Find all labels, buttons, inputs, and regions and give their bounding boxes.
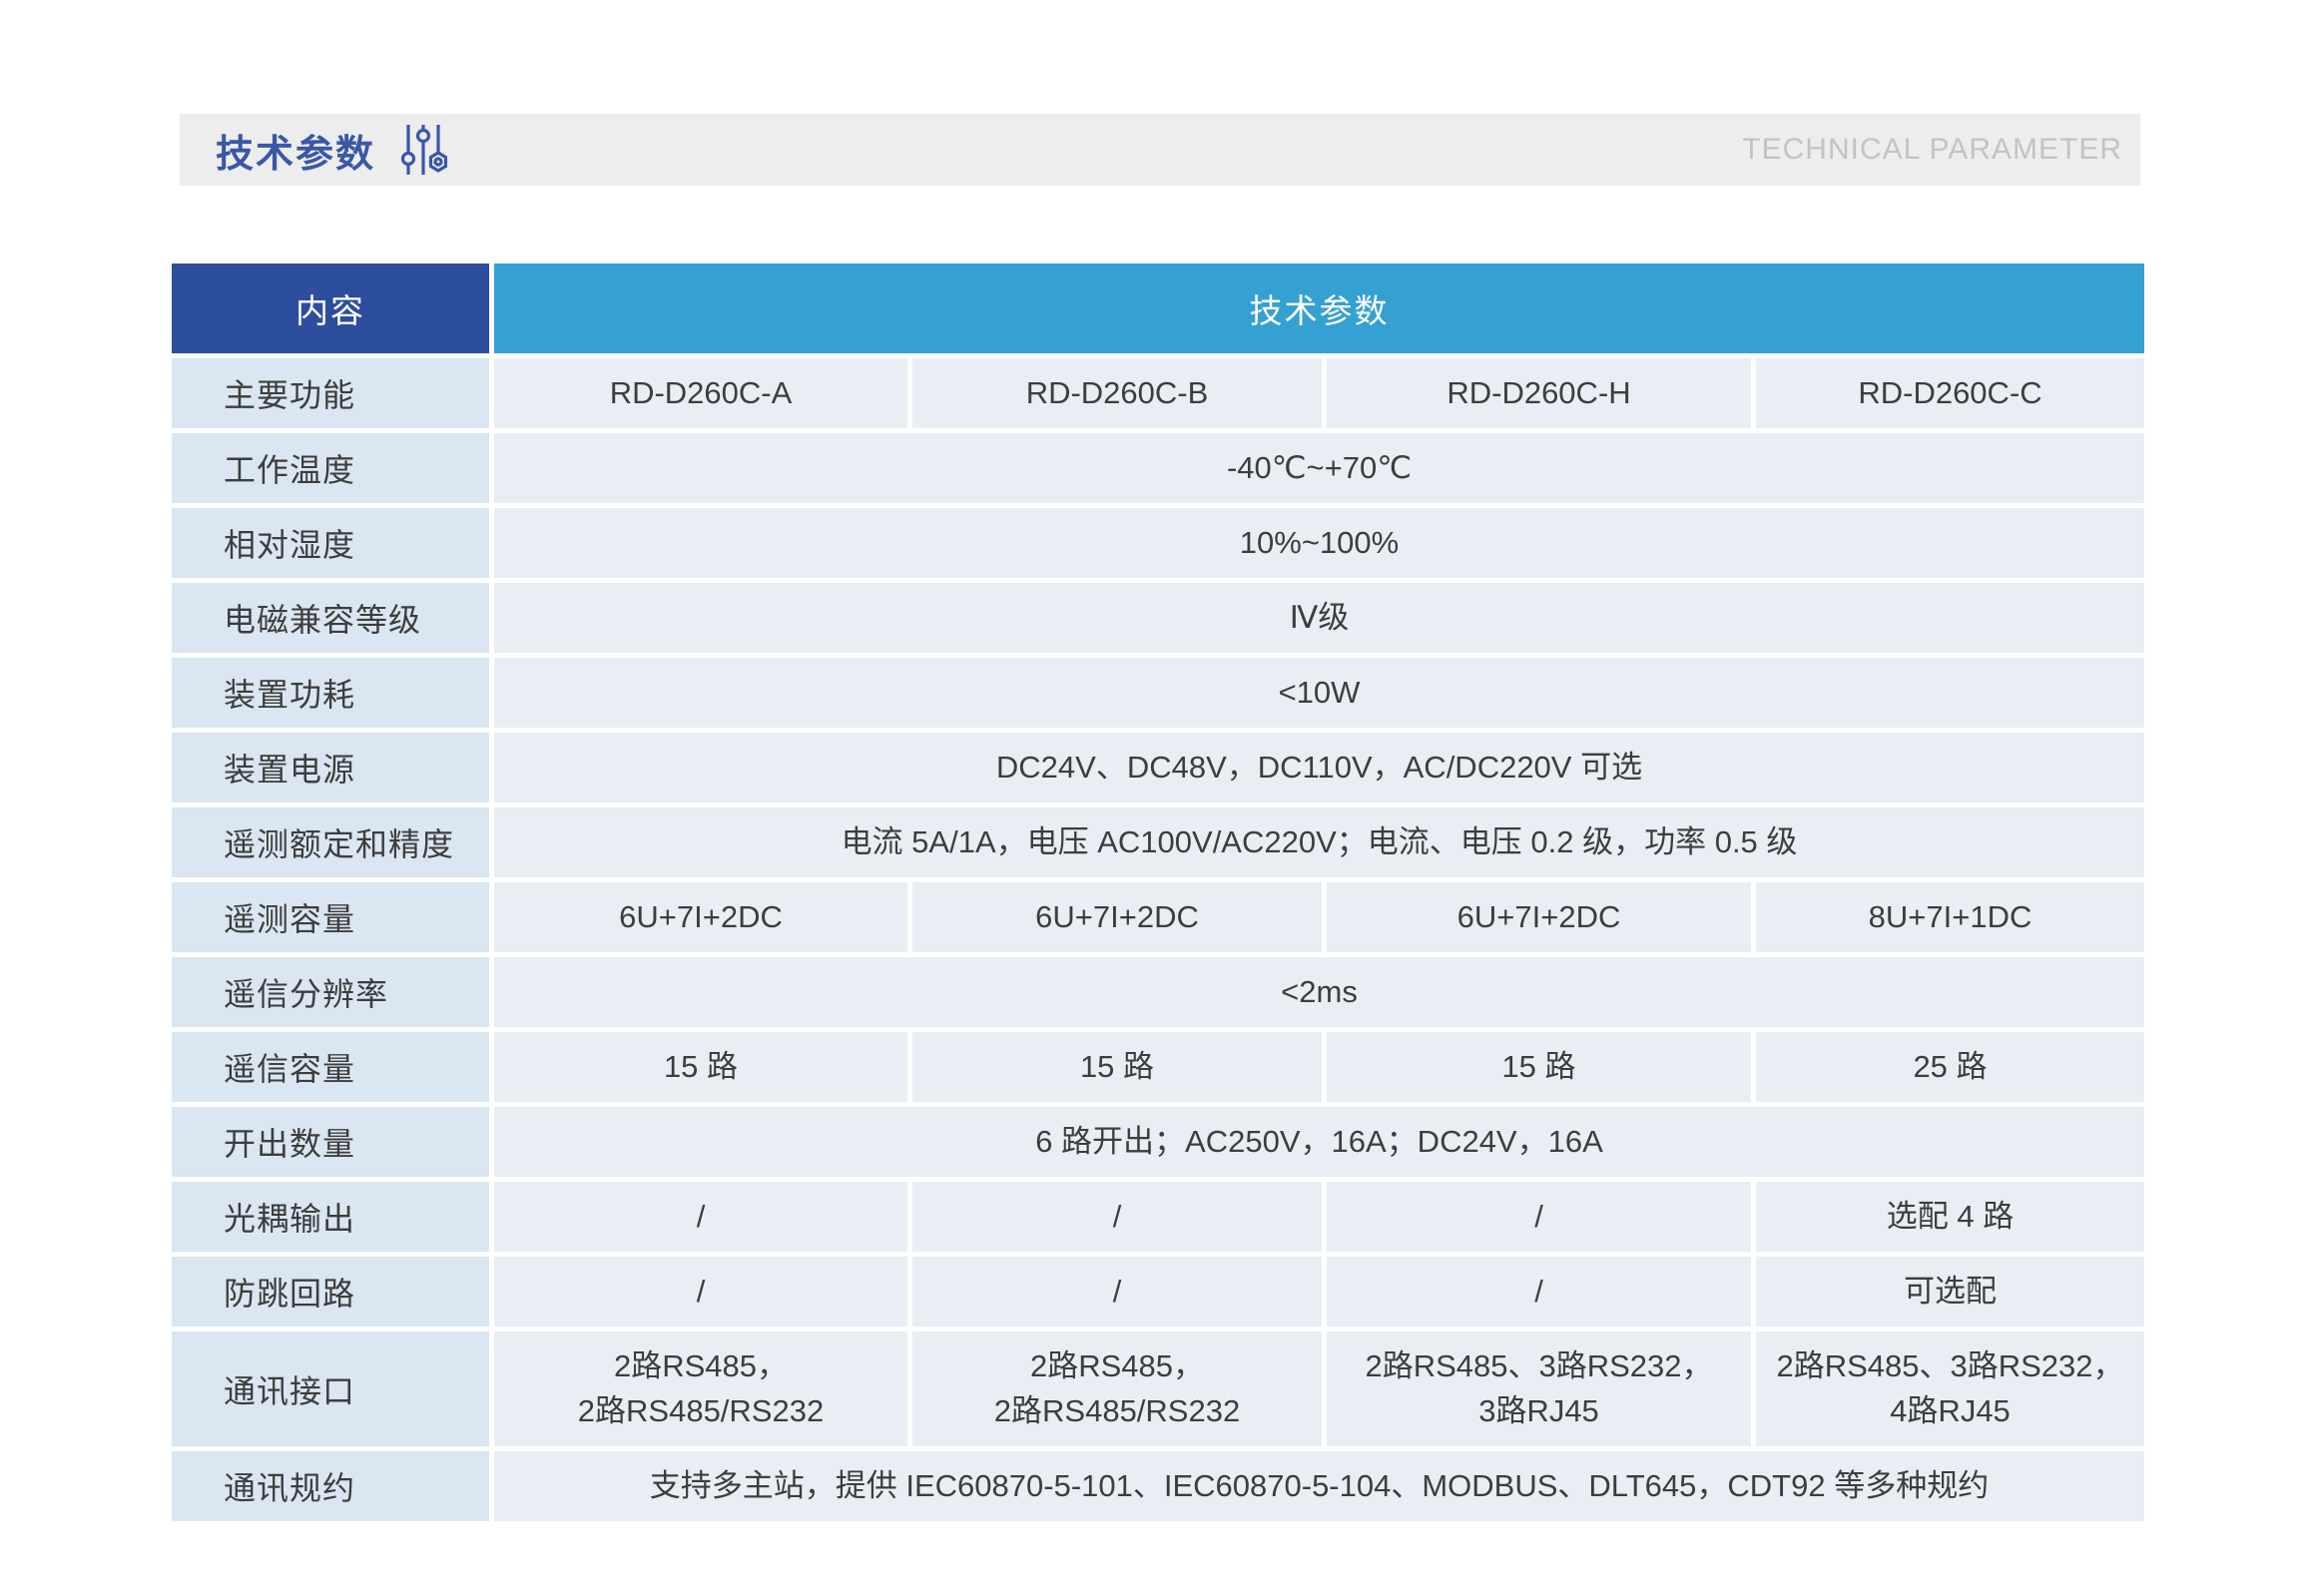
merged-cell: 支持多主站，提供 IEC60870-5-101、IEC60870-5-104、M… — [494, 1451, 2144, 1521]
table-cell: / — [494, 1182, 907, 1252]
table-cell: RD-D260C-C — [1756, 358, 2144, 428]
table-row-signal-capacity: 遥信容量 15 路 15 路 15 路 25 路 — [172, 1032, 2144, 1102]
table-row-main-function: 主要功能 RD-D260C-A RD-D260C-B RD-D260C-H RD… — [172, 358, 2144, 428]
table-header-params: 技术参数 — [494, 264, 2144, 353]
table-cell: 15 路 — [1327, 1032, 1751, 1102]
table-header-row: 内容 技术参数 — [172, 264, 2144, 353]
technical-parameter-table: 内容 技术参数 主要功能 RD-D260C-A RD-D260C-B RD-D2… — [172, 264, 2144, 1526]
table-row-output-count: 开出数量 6 路开出；AC250V，16A；DC24V，16A — [172, 1107, 2144, 1177]
row-label: 遥信分辨率 — [172, 957, 489, 1027]
table-row-optocoupler-output: 光耦输出 / / / 选配 4 路 — [172, 1182, 2144, 1252]
table-row-power-supply: 装置电源 DC24V、DC48V，DC110V，AC/DC220V 可选 — [172, 733, 2144, 802]
row-label: 开出数量 — [172, 1107, 489, 1177]
table-row-communication-protocol: 通讯规约 支持多主站，提供 IEC60870-5-101、IEC60870-5-… — [172, 1451, 2144, 1521]
row-label: 光耦输出 — [172, 1182, 489, 1252]
sliders-icon — [399, 122, 447, 178]
table-cell: 25 路 — [1756, 1032, 2144, 1102]
table-cell: 可选配 — [1756, 1257, 2144, 1327]
table-cell: 6U+7I+2DC — [912, 882, 1322, 952]
row-label: 工作温度 — [172, 433, 489, 503]
table-cell: / — [1327, 1257, 1751, 1327]
merged-cell: Ⅳ级 — [494, 583, 2144, 653]
table-cell: RD-D260C-B — [912, 358, 1322, 428]
table-row-telemetry-capacity: 遥测容量 6U+7I+2DC 6U+7I+2DC 6U+7I+2DC 8U+7I… — [172, 882, 2144, 952]
row-label: 相对湿度 — [172, 508, 489, 578]
row-label: 装置电源 — [172, 733, 489, 802]
merged-cell: 10%~100% — [494, 508, 2144, 578]
table-cell: 6U+7I+2DC — [494, 882, 907, 952]
table-header-content: 内容 — [172, 264, 489, 353]
row-label: 通讯规约 — [172, 1451, 489, 1521]
section-title-bar: 技术参数 TECHNICAL PARAMETER — [180, 114, 2140, 186]
table-cell: 2路RS485、3路RS232， 3路RJ45 — [1327, 1331, 1751, 1446]
table-cell: 2路RS485， 2路RS485/RS232 — [912, 1331, 1322, 1446]
table-row-antipump-circuit: 防跳回路 / / / 可选配 — [172, 1257, 2144, 1327]
table-row-communication-interface: 通讯接口 2路RS485， 2路RS485/RS232 2路RS485， 2路R… — [172, 1331, 2144, 1446]
page-title: 技术参数 — [216, 123, 375, 178]
merged-cell: <2ms — [494, 957, 2144, 1027]
row-label: 遥测容量 — [172, 882, 489, 952]
table-cell: 6U+7I+2DC — [1327, 882, 1751, 952]
table-row-relative-humidity: 相对湿度 10%~100% — [172, 508, 2144, 578]
page: 技术参数 TECHNICAL PARAMETER 内容 技术参数 主要功能 RD… — [0, 0, 2312, 1596]
table-cell: 2路RS485、3路RS232， 4路RJ45 — [1756, 1331, 2144, 1446]
table-row-signal-resolution: 遥信分辨率 <2ms — [172, 957, 2144, 1027]
table-cell: 8U+7I+1DC — [1756, 882, 2144, 952]
merged-cell: 6 路开出；AC250V，16A；DC24V，16A — [494, 1107, 2144, 1177]
table-cell: / — [912, 1182, 1322, 1252]
table-cell: 15 路 — [912, 1032, 1322, 1102]
merged-cell: -40℃~+70℃ — [494, 433, 2144, 503]
table-row-working-temperature: 工作温度 -40℃~+70℃ — [172, 433, 2144, 503]
merged-cell: DC24V、DC48V，DC110V，AC/DC220V 可选 — [494, 733, 2144, 802]
row-label: 遥信容量 — [172, 1032, 489, 1102]
row-label: 遥测额定和精度 — [172, 807, 489, 877]
row-label: 装置功耗 — [172, 658, 489, 728]
table-cell: 15 路 — [494, 1032, 907, 1102]
table-row-telemetry-rating-accuracy: 遥测额定和精度 电流 5A/1A，电压 AC100V/AC220V；电流、电压 … — [172, 807, 2144, 877]
table-cell: 2路RS485， 2路RS485/RS232 — [494, 1331, 907, 1446]
merged-cell: <10W — [494, 658, 2144, 728]
section-subtitle: TECHNICAL PARAMETER — [1742, 133, 2122, 167]
table-row-power-consumption: 装置功耗 <10W — [172, 658, 2144, 728]
row-label: 主要功能 — [172, 358, 489, 428]
row-label: 防跳回路 — [172, 1257, 489, 1327]
table-row-emc-level: 电磁兼容等级 Ⅳ级 — [172, 583, 2144, 653]
table-cell: RD-D260C-A — [494, 358, 907, 428]
table-cell: RD-D260C-H — [1327, 358, 1751, 428]
row-label: 通讯接口 — [172, 1331, 489, 1446]
table-cell: / — [494, 1257, 907, 1327]
row-label: 电磁兼容等级 — [172, 583, 489, 653]
table-cell: / — [1327, 1182, 1751, 1252]
table-cell: 选配 4 路 — [1756, 1182, 2144, 1252]
table-cell: / — [912, 1257, 1322, 1327]
merged-cell: 电流 5A/1A，电压 AC100V/AC220V；电流、电压 0.2 级，功率… — [494, 807, 2144, 877]
